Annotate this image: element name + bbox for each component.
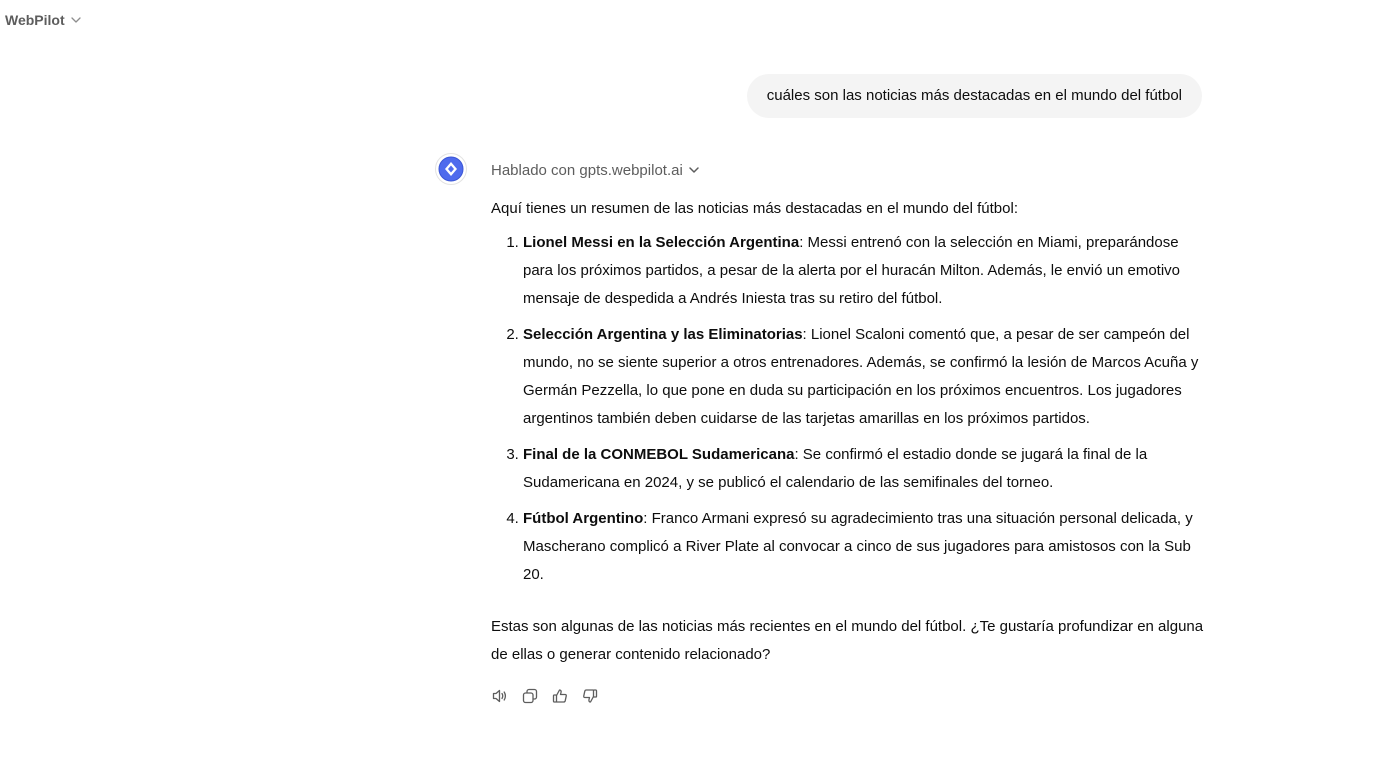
assistant-intro: Aquí tienes un resumen de las noticias m… — [491, 200, 1018, 217]
chevron-down-icon — [689, 167, 699, 173]
bad-response-button[interactable] — [579, 685, 601, 707]
news-list: Lionel Messi en la Selección Argentina: … — [491, 229, 1205, 589]
copy-button[interactable] — [519, 685, 541, 707]
news-item-title: Lionel Messi en la Selección Argentina — [523, 234, 800, 251]
assistant-closing: Estas son algunas de las noticias más re… — [491, 618, 1204, 663]
thumbs-down-icon — [583, 689, 598, 703]
message-actions — [489, 685, 1205, 707]
list-item: Selección Argentina y las Eliminatorias:… — [523, 321, 1205, 433]
list-item: Lionel Messi en la Selección Argentina: … — [523, 229, 1205, 313]
assistant-content: Hablado con gpts.webpilot.ai Aquí tienes… — [491, 153, 1205, 707]
list-item: Final de la CONMEBOL Sudamericana: Se co… — [523, 441, 1205, 497]
model-selector[interactable]: WebPilot — [5, 12, 83, 28]
tool-usage-label: Hablado con gpts.webpilot.ai — [491, 161, 683, 179]
speaker-icon — [492, 689, 507, 703]
news-item-title: Final de la CONMEBOL Sudamericana — [523, 446, 795, 463]
user-message-text: cuáles son las noticias más destacadas e… — [766, 87, 1182, 104]
tool-usage-toggle[interactable]: Hablado con gpts.webpilot.ai — [491, 153, 1205, 187]
assistant-avatar — [435, 153, 467, 185]
list-item: Fútbol Argentino: Franco Armani expresó … — [523, 505, 1205, 589]
copy-icon — [522, 688, 538, 704]
user-message-bubble: cuáles son las noticias más destacadas e… — [746, 74, 1202, 118]
thumbs-up-icon — [552, 689, 567, 703]
good-response-button[interactable] — [549, 685, 571, 707]
model-name: WebPilot — [5, 12, 65, 28]
news-item-title: Selección Argentina y las Eliminatorias — [523, 326, 803, 343]
news-item-title: Fútbol Argentino — [523, 510, 644, 527]
webpilot-logo-icon — [438, 156, 464, 182]
chevron-down-icon — [70, 17, 81, 23]
read-aloud-button[interactable] — [489, 685, 511, 707]
